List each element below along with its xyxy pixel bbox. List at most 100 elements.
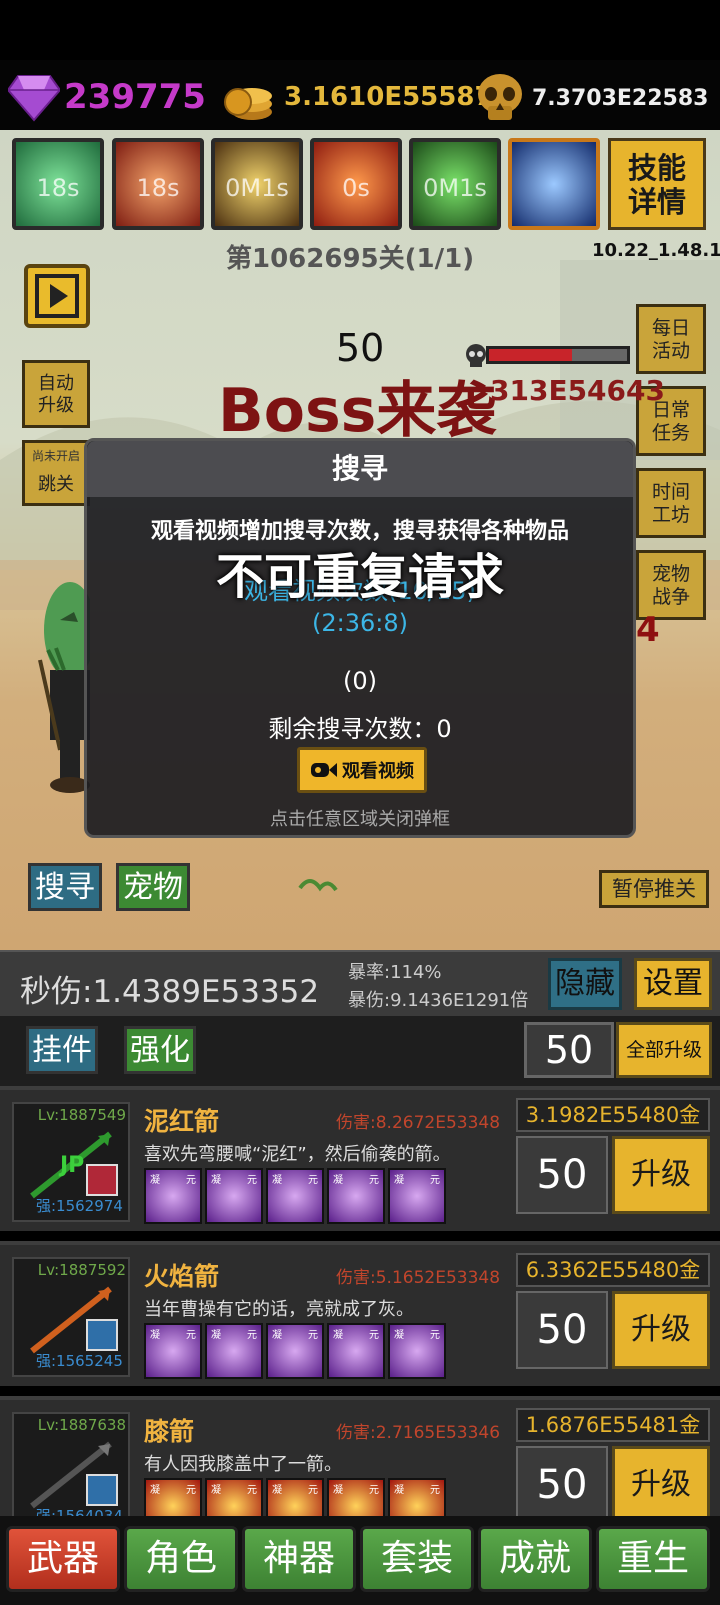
play-button[interactable] bbox=[24, 264, 90, 328]
archer-character bbox=[38, 582, 90, 793]
gem-tag: 元 bbox=[186, 1330, 196, 1341]
watch-video-button[interactable]: 观看视频 bbox=[297, 747, 427, 793]
search-result-count: (0) bbox=[343, 667, 377, 695]
popup-title: 搜寻 bbox=[87, 441, 633, 497]
countdown-timer: (2:36:8) bbox=[312, 609, 408, 637]
nav-weapons[interactable]: 武器 bbox=[6, 1526, 120, 1592]
upgrade-cost: 3.1982E55480金 bbox=[516, 1098, 710, 1132]
skip-stage-button[interactable]: 尚未开启 跳关 bbox=[22, 440, 90, 506]
yinyang-gem-icon[interactable]: 凝元 bbox=[388, 1168, 446, 1224]
nav-set[interactable]: 套装 bbox=[360, 1526, 474, 1592]
yinyang-gem-icon[interactable]: 凝元 bbox=[266, 1168, 324, 1224]
upgrade-count[interactable]: 50 bbox=[516, 1291, 608, 1369]
weapon-name: 泥红箭 bbox=[144, 1107, 220, 1136]
weapon-level: Lv:1887592 bbox=[37, 1261, 126, 1279]
tab-pendant[interactable]: 挂件 bbox=[26, 1026, 98, 1074]
pause-advance-button[interactable]: 暂停推关 bbox=[599, 870, 709, 908]
gem-tag: 元 bbox=[186, 1485, 196, 1496]
gem-tag: 元 bbox=[247, 1330, 257, 1341]
gem-count: 239775 bbox=[64, 77, 206, 117]
daily-activity-button[interactable]: 每日 活动 bbox=[636, 304, 706, 374]
svg-text:JP: JP bbox=[58, 1153, 84, 1178]
upgrade-amount[interactable]: 50 bbox=[524, 1022, 614, 1078]
weapon-description: 喜欢先弯腰喊“泥红”，然后偷袭的箭。 bbox=[144, 1144, 451, 1165]
pet-button[interactable]: 宠物 bbox=[116, 863, 190, 911]
upgrade-button[interactable]: 升级 bbox=[612, 1291, 710, 1369]
gold-resource: 3.1610E55587 bbox=[222, 72, 493, 122]
skull-resource: 7.3703E22583 bbox=[474, 72, 708, 124]
skip-label: 跳关 bbox=[38, 474, 74, 495]
play-icon bbox=[35, 274, 79, 318]
boss-hp-fill bbox=[489, 349, 572, 361]
equipment-tabs: 挂件 强化 50 全部升级 bbox=[0, 1016, 720, 1086]
skill-slot-1[interactable]: 18s bbox=[12, 138, 104, 230]
gem-tag: 凝 bbox=[394, 1330, 404, 1341]
gem-tag: 凝 bbox=[394, 1485, 404, 1496]
yinyang-gem-icon[interactable]: 凝元 bbox=[205, 1168, 263, 1224]
gem-tag: 凝 bbox=[150, 1330, 160, 1341]
weapon-description: 当年曹操有它的话，亮就成了灰。 bbox=[144, 1299, 414, 1320]
upgrade-button[interactable]: 升级 bbox=[612, 1446, 710, 1524]
gem-slots: 凝元 凝元 凝元 凝元 凝元 bbox=[144, 1168, 446, 1224]
upgrade-all-button[interactable]: 全部升级 bbox=[616, 1022, 712, 1078]
skill-cooldown: 0s bbox=[342, 174, 370, 202]
video-camera-icon bbox=[311, 763, 337, 777]
gem-tag: 元 bbox=[430, 1175, 440, 1186]
nav-artifact[interactable]: 神器 bbox=[242, 1526, 356, 1592]
gem-tag: 凝 bbox=[272, 1485, 282, 1496]
upgrade-cost: 1.6876E55481金 bbox=[516, 1408, 710, 1442]
yinyang-gem-icon[interactable]: 凝元 bbox=[327, 1323, 385, 1379]
tab-enhance[interactable]: 强化 bbox=[124, 1026, 196, 1074]
gem-tag: 元 bbox=[308, 1175, 318, 1186]
yinyang-gem-icon[interactable]: 凝元 bbox=[144, 1168, 202, 1224]
skill-slot-4[interactable]: 0s bbox=[310, 138, 402, 230]
crystal-icon bbox=[86, 1319, 118, 1351]
skill-slot-3[interactable]: 0M1s bbox=[211, 138, 303, 230]
gem-tag: 元 bbox=[247, 1175, 257, 1186]
close-hint: 点击任意区域关闭弹框 bbox=[270, 809, 450, 830]
crystal-icon bbox=[86, 1164, 118, 1196]
skip-locked-hint: 尚未开启 bbox=[31, 449, 80, 463]
skill-slot-2[interactable]: 18s bbox=[112, 138, 204, 230]
search-popup[interactable]: 搜寻 观看视频增加搜寻次数，搜寻获得各种物品 观看视频次数(10/15) 不可重… bbox=[84, 438, 636, 838]
stats-bar: 秒伤:1.4389E53352 暴率:114% 暴伤:9.1436E1291倍 … bbox=[0, 950, 720, 1016]
nav-rebirth[interactable]: 重生 bbox=[596, 1526, 710, 1592]
diamond-icon bbox=[8, 75, 60, 122]
nav-character[interactable]: 角色 bbox=[124, 1526, 238, 1592]
time-workshop-button[interactable]: 时间 工坊 bbox=[636, 468, 706, 538]
gem-tag: 元 bbox=[308, 1330, 318, 1341]
nav-achievement[interactable]: 成就 bbox=[478, 1526, 592, 1592]
skill-details-button[interactable]: 技能 详情 bbox=[608, 138, 706, 230]
bottom-navigation: 武器 角色 神器 套装 成就 重生 bbox=[0, 1516, 720, 1605]
gem-resource: 239775 bbox=[8, 72, 206, 122]
upgrade-count[interactable]: 50 bbox=[516, 1446, 608, 1524]
upgrade-button[interactable]: 升级 bbox=[612, 1136, 710, 1214]
skill-cooldown: 18s bbox=[36, 174, 80, 202]
weapon-name: 膝箭 bbox=[144, 1417, 195, 1446]
yinyang-gem-icon[interactable]: 凝元 bbox=[266, 1323, 324, 1379]
hide-button[interactable]: 隐藏 bbox=[548, 958, 622, 1010]
skill-cooldown: 18s bbox=[136, 174, 180, 202]
weapon-description: 有人因我膝盖中了一箭。 bbox=[144, 1454, 342, 1475]
yinyang-gem-icon[interactable]: 凝元 bbox=[144, 1323, 202, 1379]
gem-tag: 凝 bbox=[211, 1485, 221, 1496]
yinyang-gem-icon[interactable]: 凝元 bbox=[388, 1323, 446, 1379]
skill-slot-5[interactable]: 0M1s bbox=[409, 138, 501, 230]
yinyang-gem-icon[interactable]: 凝元 bbox=[327, 1168, 385, 1224]
settings-button[interactable]: 设置 bbox=[634, 958, 712, 1010]
weapon-icon-box: Lv:1887638 强:1564034 bbox=[12, 1412, 130, 1532]
skill-slot-6[interactable] bbox=[508, 138, 600, 230]
search-button[interactable]: 搜寻 bbox=[28, 863, 102, 911]
yinyang-gem-icon[interactable]: 凝元 bbox=[205, 1323, 263, 1379]
weapon-level: Lv:1887549 bbox=[37, 1106, 126, 1124]
gem-tag: 凝 bbox=[211, 1330, 221, 1341]
gem-tag: 元 bbox=[247, 1485, 257, 1496]
toast-message: 不可重复请求 bbox=[215, 549, 504, 605]
auto-upgrade-button[interactable]: 自动 升级 bbox=[22, 360, 90, 428]
upgrade-count[interactable]: 50 bbox=[516, 1136, 608, 1214]
gem-tag: 凝 bbox=[150, 1175, 160, 1186]
gold-coins-icon bbox=[224, 88, 272, 120]
gem-tag: 凝 bbox=[333, 1175, 343, 1186]
skill-cooldown: 0M1s bbox=[225, 174, 289, 202]
weapon-damage: 伤害:8.2672E53348 bbox=[336, 1113, 501, 1133]
